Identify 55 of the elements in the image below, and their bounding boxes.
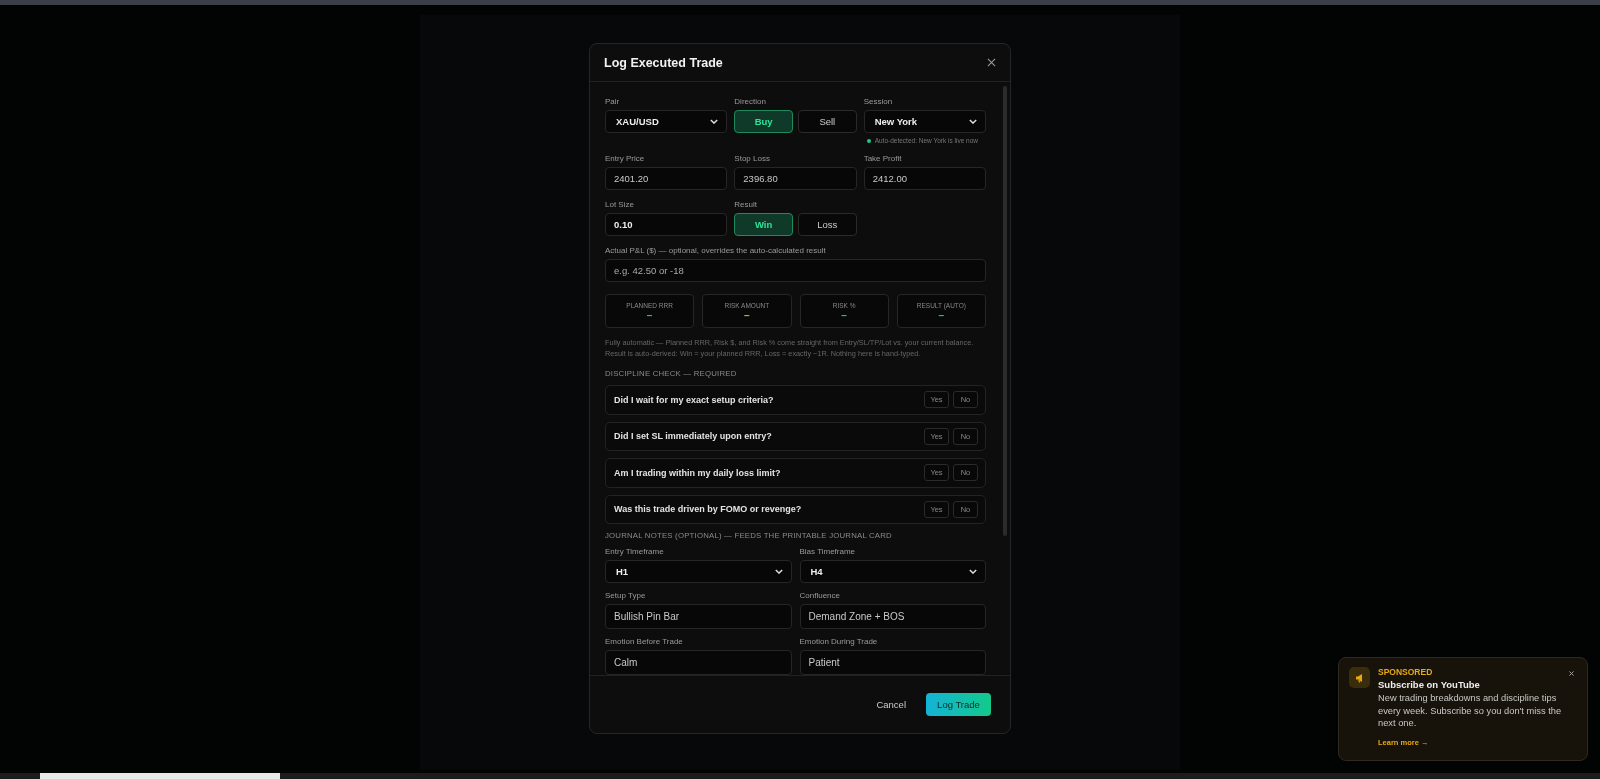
direction-toggle[interactable]: Buy xyxy=(734,110,793,133)
question-text: Did I set SL immediately upon entry? xyxy=(614,431,772,442)
field-label: Entry Price xyxy=(605,154,646,163)
field-label: Stop Loss xyxy=(734,154,771,163)
chevron-down-icon xyxy=(710,119,719,124)
field-label: Confluence xyxy=(799,590,841,600)
session-select[interactable]: New York xyxy=(863,110,986,133)
price-input[interactable]: 2401.20 xyxy=(605,167,728,190)
field-label: Setup Type xyxy=(605,590,647,600)
sponsor-title: Subscribe on YouTube xyxy=(1378,679,1480,690)
stat-value: – xyxy=(938,312,945,320)
sponsor-text: New trading breakdowns and discipline tips every week. Subscribe so you don't miss the next one. xyxy=(1378,692,1563,730)
direction-toggle[interactable]: Sell xyxy=(798,110,857,133)
taskbar-window-thumbnail[interactable] xyxy=(40,773,280,779)
question-text: Did I wait for my exact setup criteria? xyxy=(614,394,774,405)
pnl-input[interactable]: e.g. 42.50 or -18 xyxy=(605,259,986,282)
sponsored-tag: SPONSORED xyxy=(1378,667,1433,677)
close-icon[interactable] xyxy=(1568,670,1575,677)
result-toggle[interactable]: Loss xyxy=(798,213,857,236)
field-label: Direction xyxy=(734,97,767,106)
field-label: Bias Timeframe xyxy=(799,546,857,556)
chevron-down-icon xyxy=(969,119,977,124)
question-text: Was this trade driven by FOMO or revenge? xyxy=(614,504,802,515)
field-label: Result xyxy=(734,200,758,209)
field-label: Take Profit xyxy=(863,154,903,163)
log-trade-button[interactable]: Log Trade xyxy=(926,693,991,716)
price-input[interactable]: 2396.80 xyxy=(734,167,857,190)
price-input[interactable]: 2412.00 xyxy=(863,167,986,190)
stat-value: – xyxy=(646,312,653,320)
field-label: Actual P&L ($) — optional, overrides the auto-calculated result xyxy=(605,246,827,255)
field-label: Pair xyxy=(605,97,621,106)
timeframe-select[interactable]: H4 xyxy=(799,559,986,583)
field-label: Session xyxy=(863,97,894,106)
text-input[interactable]: Calm xyxy=(605,649,792,675)
stat-value: – xyxy=(744,312,750,320)
chevron-down-icon xyxy=(969,568,977,574)
chevron-down-icon xyxy=(774,568,783,574)
field-label: Lot Size xyxy=(605,200,635,209)
lot-size-input[interactable]: 0.10 xyxy=(605,213,728,236)
pair-select[interactable]: XAU/USD xyxy=(605,110,728,133)
cancel-button[interactable]: Cancel xyxy=(872,695,910,714)
live-status-dot xyxy=(866,138,871,143)
text-input[interactable]: Demand Zone + BOS xyxy=(799,603,986,629)
question-text: Am I trading within my daily loss limit? xyxy=(614,467,781,478)
close-icon[interactable] xyxy=(987,58,996,67)
field-label: Entry Timeframe xyxy=(605,546,665,556)
result-toggle[interactable]: Win xyxy=(734,213,793,236)
field-label: Emotion During Trade xyxy=(799,636,879,646)
modal-title: Log Executed Trade xyxy=(604,55,723,70)
stat-value: – xyxy=(841,312,847,320)
timeframe-select[interactable]: H1 xyxy=(605,559,792,583)
megaphone-icon xyxy=(1349,667,1370,688)
text-input[interactable]: Bullish Pin Bar xyxy=(605,603,792,629)
text-input[interactable]: Patient xyxy=(799,649,986,675)
field-label: Emotion Before Trade xyxy=(605,636,684,646)
